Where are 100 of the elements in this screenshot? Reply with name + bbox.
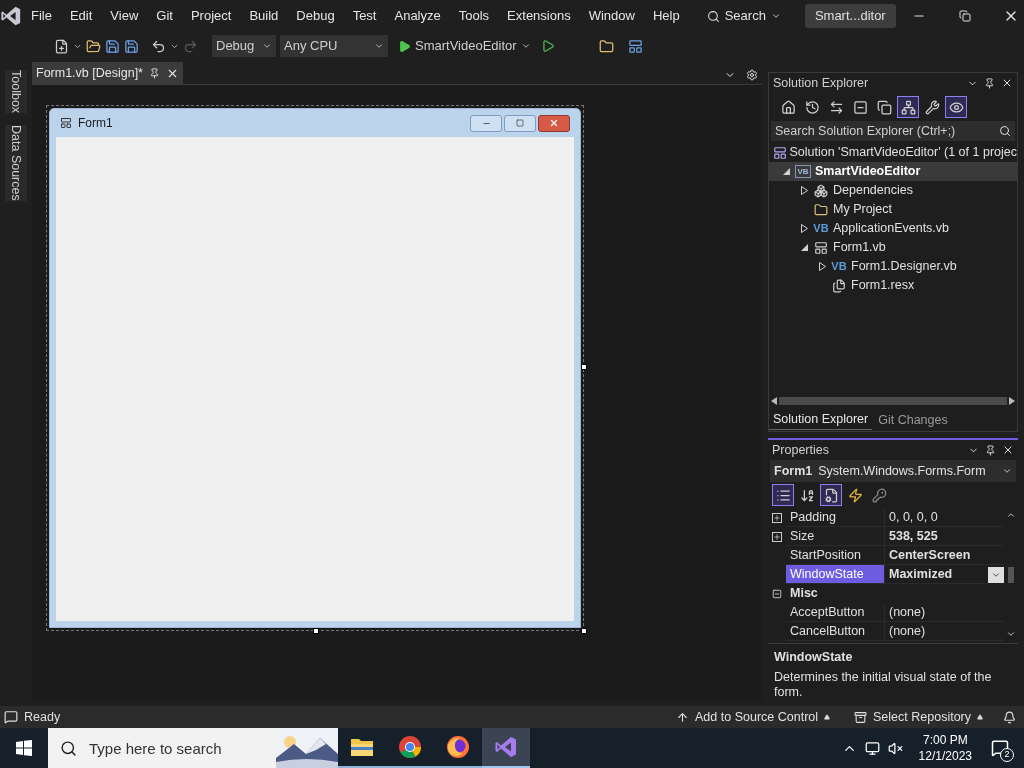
menu-item[interactable]: View (101, 4, 148, 28)
menu-item[interactable]: Edit (60, 4, 102, 28)
caret-icon (520, 41, 531, 51)
menu-item[interactable]: Help (643, 4, 689, 28)
list-button[interactable] (772, 484, 794, 507)
menu-item[interactable]: File (22, 4, 61, 28)
close-icon[interactable] (1001, 77, 1013, 89)
expanded-arrow-icon[interactable] (800, 244, 808, 251)
side-tab[interactable]: Data Sources (4, 125, 28, 201)
repository-button[interactable]: Select Repository (854, 707, 983, 727)
property-value[interactable]: 0, 0, 0, 0 (884, 508, 1004, 528)
search-input[interactable]: Type here to search (89, 736, 259, 760)
properties-button[interactable] (820, 484, 842, 507)
solution-name-badge: Smart...ditor (804, 4, 896, 28)
form-close-button[interactable] (538, 114, 570, 132)
tree-item[interactable]: VB Form1.Designer.vb (769, 257, 1017, 276)
collapsed-arrow-icon[interactable] (800, 186, 808, 195)
taskbar-search-field[interactable]: Type here to search (48, 728, 338, 768)
value-dropdown-button[interactable] (988, 566, 1004, 583)
menu-item[interactable]: Tools (449, 4, 499, 28)
speaker-muted-icon[interactable] (887, 740, 903, 756)
search-icon (999, 125, 1011, 137)
eye-icon (948, 99, 964, 115)
tree-item[interactable]: My Project (769, 200, 1017, 219)
taskbar-app-button[interactable] (482, 728, 530, 768)
collapsed-arrow-icon[interactable] (818, 262, 826, 271)
menu-item[interactable]: Git (147, 4, 182, 28)
property-row[interactable]: AcceptButton (none) (768, 603, 1004, 623)
tree-button[interactable] (897, 96, 919, 118)
expand-icon[interactable] (772, 512, 782, 523)
object-selector[interactable]: Form1 System.Windows.Forms.Form (770, 460, 1016, 483)
clock[interactable]: 7:00 PM 12/1/2023 (918, 732, 972, 764)
property-value[interactable]: (none) (884, 622, 1004, 642)
tree-item[interactable]: Form1.resx (769, 276, 1017, 295)
home-icon (780, 99, 796, 115)
property-row[interactable]: CancelButton (none) (768, 622, 1004, 642)
resize-handle[interactable] (581, 628, 587, 634)
menu-item[interactable]: Build (240, 4, 288, 28)
tree-item[interactable]: Solution 'SmartVideoEditor' (1 of 1 projec (769, 143, 1017, 162)
horizontal-scrollbar[interactable] (771, 395, 1015, 408)
network-icon[interactable] (864, 740, 880, 756)
folder-search-icon[interactable] (598, 38, 614, 54)
source-control-button[interactable]: Add to Source Control (676, 707, 831, 727)
search-button[interactable]: Search (700, 4, 787, 28)
menu-item[interactable]: Debug (287, 4, 344, 28)
collapse-icon[interactable] (772, 588, 782, 599)
property-value[interactable]: CenterScreen (884, 546, 1004, 566)
panel-tab[interactable]: Solution Explorer (769, 410, 873, 431)
tree-item[interactable]: Dependencies (769, 181, 1017, 200)
menu-item[interactable]: Project (181, 4, 241, 28)
property-row[interactable]: Size 538, 525 (768, 527, 1004, 547)
redo-icon[interactable] (183, 38, 198, 54)
expand-icon[interactable] (772, 531, 782, 542)
menu-item[interactable]: Window (579, 4, 644, 28)
platform-dropdown[interactable]: Any CPU (280, 35, 388, 57)
settings-icon[interactable] (746, 69, 758, 81)
undo-icon[interactable] (151, 38, 166, 54)
open-folder-icon[interactable] (86, 38, 101, 54)
output-icon[interactable] (4, 710, 18, 724)
configuration-dropdown[interactable]: Debug (212, 35, 276, 57)
side-tab[interactable]: Toolbox (4, 70, 28, 114)
visual-studio-icon (494, 735, 518, 759)
pin-icon[interactable] (984, 77, 995, 89)
pin-icon[interactable] (985, 444, 996, 456)
tree-item[interactable]: Form1.vb (769, 238, 1017, 257)
scroll-thumb[interactable] (1008, 566, 1014, 583)
search-field[interactable]: Search Solution Explorer (Ctrl+;) (771, 121, 1015, 141)
eye-button[interactable] (945, 96, 967, 118)
resize-handle[interactable] (313, 628, 319, 634)
start-without-debugging-icon[interactable] (540, 39, 555, 53)
tree-item[interactable]: VB ApplicationEvents.vb (769, 219, 1017, 238)
form-title: Form1 (78, 115, 113, 132)
visual-studio-logo-icon (0, 5, 22, 27)
panel-tab[interactable]: Git Changes (874, 410, 952, 431)
collapsed-arrow-icon[interactable] (800, 224, 808, 233)
menu-item[interactable]: Analyze (385, 4, 450, 28)
window-layout-icon[interactable] (627, 38, 643, 54)
property-name: Size (786, 527, 884, 547)
resize-handle[interactable] (581, 364, 587, 370)
pin-icon[interactable] (149, 67, 160, 79)
save-icon[interactable] (105, 38, 120, 54)
property-value[interactable]: (none) (884, 603, 1004, 623)
notifications-icon[interactable] (1003, 710, 1016, 724)
property-row[interactable]: Padding 0, 0, 0, 0 (768, 508, 1004, 528)
start-button[interactable]: SmartVideoEditor (398, 35, 531, 57)
property-value[interactable]: 538, 525 (884, 527, 1004, 547)
form-window[interactable]: Form1 (49, 108, 581, 628)
expanded-arrow-icon[interactable] (782, 168, 790, 175)
menu-item[interactable]: Extensions (498, 4, 580, 28)
object-name: Form1 (774, 462, 813, 480)
new-item-icon[interactable] (54, 38, 69, 54)
property-row[interactable]: WindowState Maximized (768, 565, 1004, 585)
document-tab[interactable]: Form1.vb [Design]* (32, 62, 183, 84)
tree-item[interactable]: VB SmartVideoEditor (769, 162, 1017, 181)
browser-icon (446, 735, 470, 759)
caret-icon (770, 11, 781, 21)
notification-center-icon[interactable] (991, 739, 1009, 757)
save-all-icon[interactable] (124, 38, 139, 54)
menu-item[interactable]: Test (343, 4, 386, 28)
list-icon (775, 487, 791, 503)
